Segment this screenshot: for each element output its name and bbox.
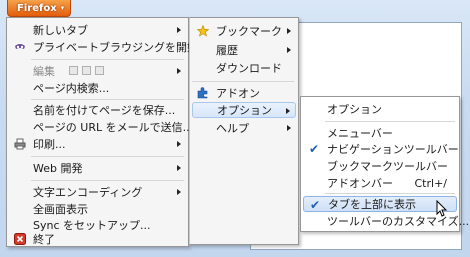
menu-item-full-screen[interactable]: 全画面表示: [9, 201, 186, 217]
paste-icon: [95, 66, 104, 75]
menu-item-label: オプション: [327, 103, 382, 116]
menu-item-label: タブを上部に表示: [328, 198, 416, 211]
menu-item-character-encoding[interactable]: 文字エンコーディング: [9, 184, 186, 200]
menu-item-label: ブックマークツールバー: [327, 160, 448, 173]
submenu-arrow-icon: [177, 141, 181, 147]
submenu-arrow-icon: [287, 125, 291, 131]
firefox-menu-button[interactable]: Firefox ▾: [7, 0, 71, 17]
menu-separator: [31, 156, 184, 157]
submenu-arrow-icon: [177, 165, 181, 171]
menu-item-label: 文字エンコーディング: [33, 186, 143, 199]
shortcut-text: Ctrl+/: [414, 176, 448, 190]
menu-item-label: ページ内検索...: [33, 82, 110, 95]
mouse-cursor-icon: [436, 200, 448, 217]
menu-item-new-tab[interactable]: 新しいタブ: [9, 22, 186, 38]
firefox-menu-button-label: Firefox: [17, 2, 57, 14]
menu-item-bookmarks-toolbar[interactable]: ブックマークツールバー: [303, 158, 457, 174]
menu-separator: [31, 99, 184, 100]
menu-item-label: プライベートブラウジングを開始: [33, 41, 198, 54]
submenu-arrow-icon: [287, 28, 291, 34]
printer-icon: [14, 138, 26, 150]
menu-item-find-in-page[interactable]: ページ内検索...: [9, 80, 186, 96]
exit-icon: [14, 233, 26, 245]
submenu-arrow-icon: [177, 68, 181, 74]
menu-item-label: 新しいタブ: [33, 24, 88, 37]
menu-item-options-dialog[interactable]: オプション: [303, 101, 457, 117]
menu-item-label: 名前を付けてページを保存...: [33, 104, 176, 117]
menu-item-label: メニューバー: [327, 127, 393, 140]
menu-item-options[interactable]: オプション: [192, 102, 296, 118]
private-browsing-icon: [15, 44, 25, 49]
submenu-arrow-icon: [287, 47, 291, 53]
menu-item-exit[interactable]: 終了: [9, 231, 186, 247]
menu-item-addon-bar[interactable]: アドオンバー Ctrl+/: [303, 175, 457, 191]
chevron-down-icon: ▾: [60, 4, 65, 12]
menu-item-label: 履歴: [216, 44, 238, 57]
menu-item-history[interactable]: 履歴: [192, 42, 296, 58]
menu-item-label: ブックマーク: [216, 25, 282, 38]
menu-item-label: 終了: [33, 233, 55, 246]
menu-item-edit: 編集: [9, 63, 186, 79]
menu-item-label: 編集: [33, 65, 55, 78]
menu-item-label: 全画面表示: [33, 203, 88, 216]
menu-item-web-developer[interactable]: Web 開発: [9, 160, 186, 176]
cut-icon: [69, 66, 78, 75]
menu-item-label: ヘルプ: [216, 122, 249, 135]
menu-item-label: Web 開発: [33, 162, 83, 175]
submenu-arrow-icon: [177, 27, 181, 33]
menu-separator: [192, 81, 294, 82]
checkmark-icon: ✔: [310, 198, 321, 212]
star-icon: [197, 25, 209, 37]
menu-item-label: アドオン: [216, 87, 260, 100]
menu-item-label: 印刷...: [33, 138, 66, 151]
firefox-app-menu: 新しいタブ プライベートブラウジングを開始 編集 ページ内検索... 名前を付け…: [6, 17, 198, 247]
menu-item-label: ナビゲーションツールバー: [327, 143, 459, 156]
menu-separator: [31, 59, 184, 60]
menu-item-downloads[interactable]: ダウンロード: [192, 60, 296, 76]
menu-item-email-link[interactable]: ページの URL をメールで送信...: [9, 119, 193, 135]
menu-item-private-browsing[interactable]: プライベートブラウジングを開始: [9, 39, 198, 55]
checkmark-icon: ✔: [309, 142, 320, 156]
edit-tools-icons: [69, 66, 104, 75]
menu-item-menu-bar[interactable]: メニューバー: [303, 125, 457, 141]
menu-item-help[interactable]: ヘルプ: [192, 120, 296, 136]
menu-item-print[interactable]: 印刷...: [9, 136, 186, 152]
menu-item-customize-toolbars[interactable]: ツールバーのカスタマイズ...: [303, 213, 469, 229]
menu-separator: [31, 180, 184, 181]
menu-item-bookmarks[interactable]: ブックマーク: [192, 23, 296, 39]
submenu-arrow-icon: [286, 108, 290, 114]
menu-separator: [325, 193, 455, 194]
submenu-arrow-icon: [177, 189, 181, 195]
menu-item-label: オプション: [217, 104, 272, 117]
copy-icon: [82, 66, 91, 75]
menu-item-addons[interactable]: アドオン: [192, 85, 296, 101]
firefox-app-submenu: ブックマーク 履歴 ダウンロード アドオン オプション ヘルプ: [189, 17, 299, 245]
puzzle-piece-icon: [197, 87, 208, 99]
menu-item-navigation-toolbar[interactable]: ✔ ナビゲーションツールバー: [303, 141, 459, 157]
menu-separator: [325, 121, 455, 122]
menu-item-label: アドオンバー: [327, 177, 393, 190]
menu-item-label: ページの URL をメールで送信...: [33, 121, 194, 134]
menu-item-save-page-as[interactable]: 名前を付けてページを保存...: [9, 102, 186, 118]
menu-item-tabs-on-top[interactable]: ✔ タブを上部に表示: [303, 196, 457, 212]
menu-item-label: ダウンロード: [216, 62, 282, 75]
